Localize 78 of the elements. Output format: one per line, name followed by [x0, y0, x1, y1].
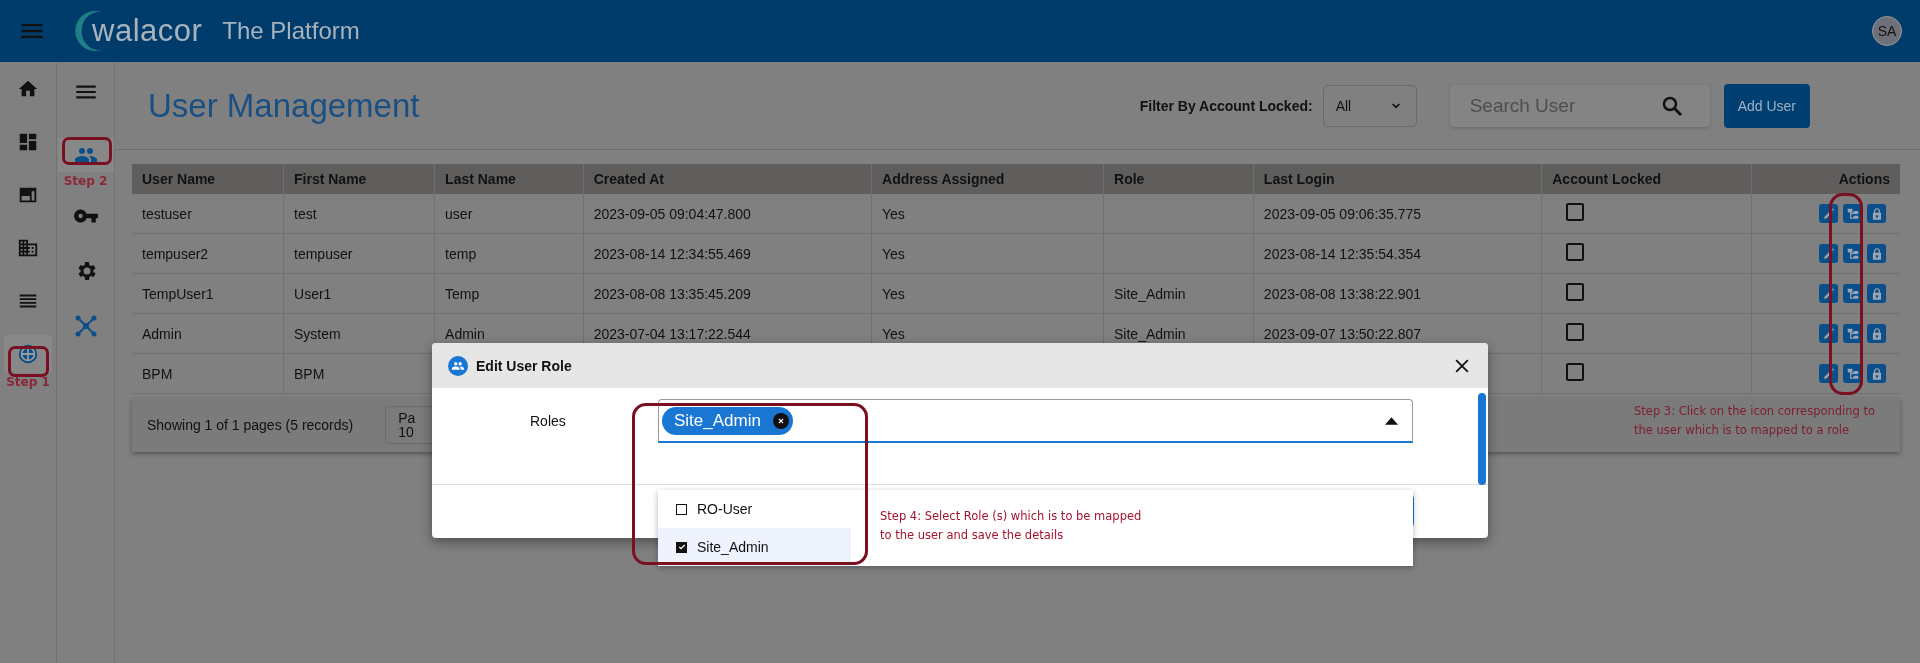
- scrollbar[interactable]: [1478, 393, 1486, 485]
- hierarchy-icon: [1845, 366, 1860, 381]
- step-label: Step 2: [63, 174, 108, 188]
- pencil-icon: [1821, 326, 1836, 341]
- column-header: Last Login: [1253, 164, 1542, 194]
- account-locked-checkbox[interactable]: [1566, 363, 1585, 381]
- check-icon: [677, 543, 686, 551]
- hierarchy-icon: [1845, 246, 1860, 261]
- lock-button[interactable]: [1867, 244, 1886, 263]
- table-cell: Yes: [871, 194, 1104, 234]
- roles-field[interactable]: Site_Admin: [658, 399, 1413, 443]
- lock-button[interactable]: [1867, 324, 1886, 343]
- option-checkbox[interactable]: [676, 541, 687, 553]
- step-label: Step 1: [6, 375, 50, 389]
- hierarchy-icon: [1845, 206, 1860, 221]
- column-header: Actions: [1751, 164, 1900, 194]
- logo-text: walacor: [92, 13, 203, 49]
- table-cell: Temp: [434, 273, 584, 314]
- add-user-button[interactable]: Add User: [1723, 83, 1810, 128]
- table-cell: User1: [283, 273, 435, 314]
- table-cell: Yes: [871, 233, 1104, 274]
- pencil-icon: [1821, 206, 1836, 221]
- column-header: First Name: [283, 164, 435, 194]
- pencil-icon: [1821, 286, 1836, 301]
- pencil-icon: [1821, 366, 1836, 381]
- highlight-frame: [62, 137, 112, 165]
- table-cell: tempuser: [283, 233, 435, 274]
- column-header: Created At: [583, 164, 872, 194]
- role-option[interactable]: RO-User: [658, 490, 851, 528]
- table-cell: TempUser1: [132, 273, 284, 314]
- table-cell: testuser: [132, 194, 284, 234]
- column-header: Account Locked: [1541, 164, 1752, 194]
- table-cell: 2023-08-14 12:35:54.354: [1253, 233, 1542, 274]
- role-chip[interactable]: Site_Admin: [662, 406, 793, 435]
- table-cell: Yes: [871, 273, 1104, 314]
- table-cell: user: [434, 194, 584, 234]
- dialog-title: Edit User Role: [476, 357, 572, 374]
- account-locked-checkbox[interactable]: [1566, 323, 1585, 341]
- table-cell: 2023-08-08 13:35:45.209: [583, 273, 872, 314]
- table-cell: Admin: [132, 313, 284, 354]
- hierarchy-icon: [1845, 286, 1860, 301]
- lock-button[interactable]: [1867, 284, 1886, 303]
- hierarchy-icon: [1845, 326, 1860, 341]
- column-header: Role: [1103, 164, 1254, 194]
- network-icon: [73, 313, 98, 338]
- table-cell: Site_Admin: [1103, 273, 1254, 314]
- table-cell: tempuser2: [132, 233, 284, 274]
- step-note: Step 4: Select Role (s) which is to be mapped to the user and save the details: [880, 508, 1143, 544]
- remove-icon[interactable]: [772, 412, 789, 429]
- table-cell: 2023-08-08 13:38:22.901: [1253, 273, 1542, 314]
- step-note: Step 3: Click on the icon corresponding to the user which is to mapped to a role: [1634, 403, 1877, 439]
- pencil-icon: [1821, 246, 1836, 261]
- globe-icon: [17, 343, 39, 365]
- highlight-frame: [8, 346, 49, 377]
- lock-button[interactable]: [1867, 364, 1886, 383]
- pagination-summary: Showing 1 of 1 pages (5 records): [147, 417, 354, 433]
- account-locked-checkbox[interactable]: [1566, 243, 1585, 261]
- table-cell: 2023-09-05 09:04:47.800: [583, 194, 872, 234]
- users-icon: [448, 355, 468, 376]
- column-header: Last Name: [434, 164, 584, 194]
- table-cell: 2023-08-14 12:34:55.469: [583, 233, 872, 274]
- table-cell: test: [283, 194, 435, 234]
- table-cell: temp: [434, 233, 584, 274]
- account-locked-checkbox[interactable]: [1566, 283, 1585, 301]
- app-title: The Platform: [222, 17, 360, 45]
- field-label: Roles: [530, 413, 567, 429]
- table-cell: 2023-09-05 09:06:35.775: [1253, 194, 1542, 234]
- column-header: User Name: [132, 164, 284, 194]
- option-checkbox[interactable]: [676, 503, 687, 515]
- caret-up-icon: [1385, 416, 1398, 425]
- account-locked-checkbox[interactable]: [1566, 203, 1585, 221]
- user-avatar[interactable]: SA: [1872, 16, 1902, 46]
- page-title: User Management: [148, 86, 421, 125]
- filter-dropdown[interactable]: All: [1322, 84, 1417, 127]
- filter-label: Filter By Account Locked:: [1139, 97, 1313, 114]
- table-cell: BPM: [132, 353, 284, 394]
- lock-button[interactable]: [1867, 204, 1886, 223]
- column-header: Address Assigned: [871, 164, 1104, 194]
